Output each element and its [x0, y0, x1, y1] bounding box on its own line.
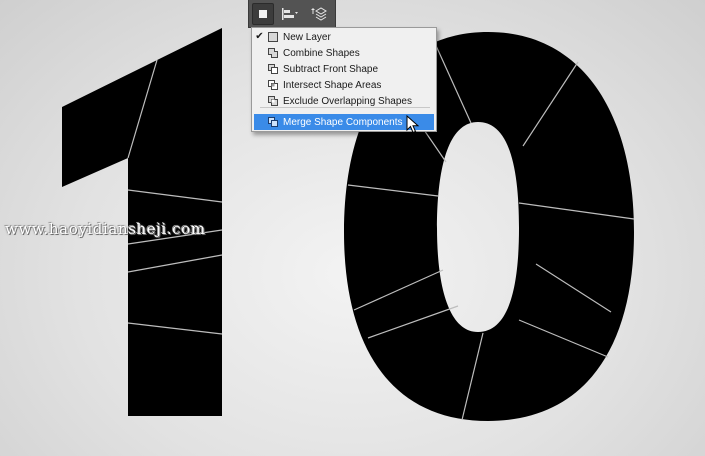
path-operations-button[interactable]: [252, 2, 274, 25]
menu-item-label: Combine Shapes: [283, 47, 360, 59]
menu-item-label: Merge Shape Components: [283, 116, 403, 128]
intersect-shape-areas-icon: [268, 80, 278, 90]
menu-item-label: Intersect Shape Areas: [283, 79, 382, 91]
menu-item-combine-shapes[interactable]: Combine Shapes: [254, 45, 434, 61]
menu-item-label: Exclude Overlapping Shapes: [283, 95, 412, 107]
new-layer-icon: [268, 32, 278, 42]
exclude-overlapping-shapes-icon: [268, 96, 278, 106]
path-arrangement-button[interactable]: [306, 3, 332, 25]
align-icon: [282, 7, 298, 20]
menu-item-label: New Layer: [283, 31, 331, 43]
square-icon: [259, 9, 267, 18]
checkmark-icon: ✔: [255, 31, 264, 42]
subtract-front-shape-icon: [268, 64, 278, 74]
menu-item-intersect-shape-areas[interactable]: Intersect Shape Areas: [254, 77, 434, 93]
watermark-text: www.haoyidiansheji.com: [5, 220, 206, 238]
menu-item-subtract-front-shape[interactable]: Subtract Front Shape: [254, 61, 434, 77]
path-alignment-button[interactable]: [277, 3, 303, 25]
menu-separator: [260, 107, 430, 108]
menu-item-label: Subtract Front Shape: [283, 63, 379, 75]
merge-shape-components-icon: [268, 117, 278, 127]
path-options-bar: [248, 0, 336, 28]
combine-shapes-icon: [268, 48, 278, 58]
menu-item-new-layer[interactable]: ✔ New Layer: [254, 29, 434, 45]
arrange-icon: [311, 6, 327, 21]
mouse-pointer-icon: [406, 115, 420, 134]
